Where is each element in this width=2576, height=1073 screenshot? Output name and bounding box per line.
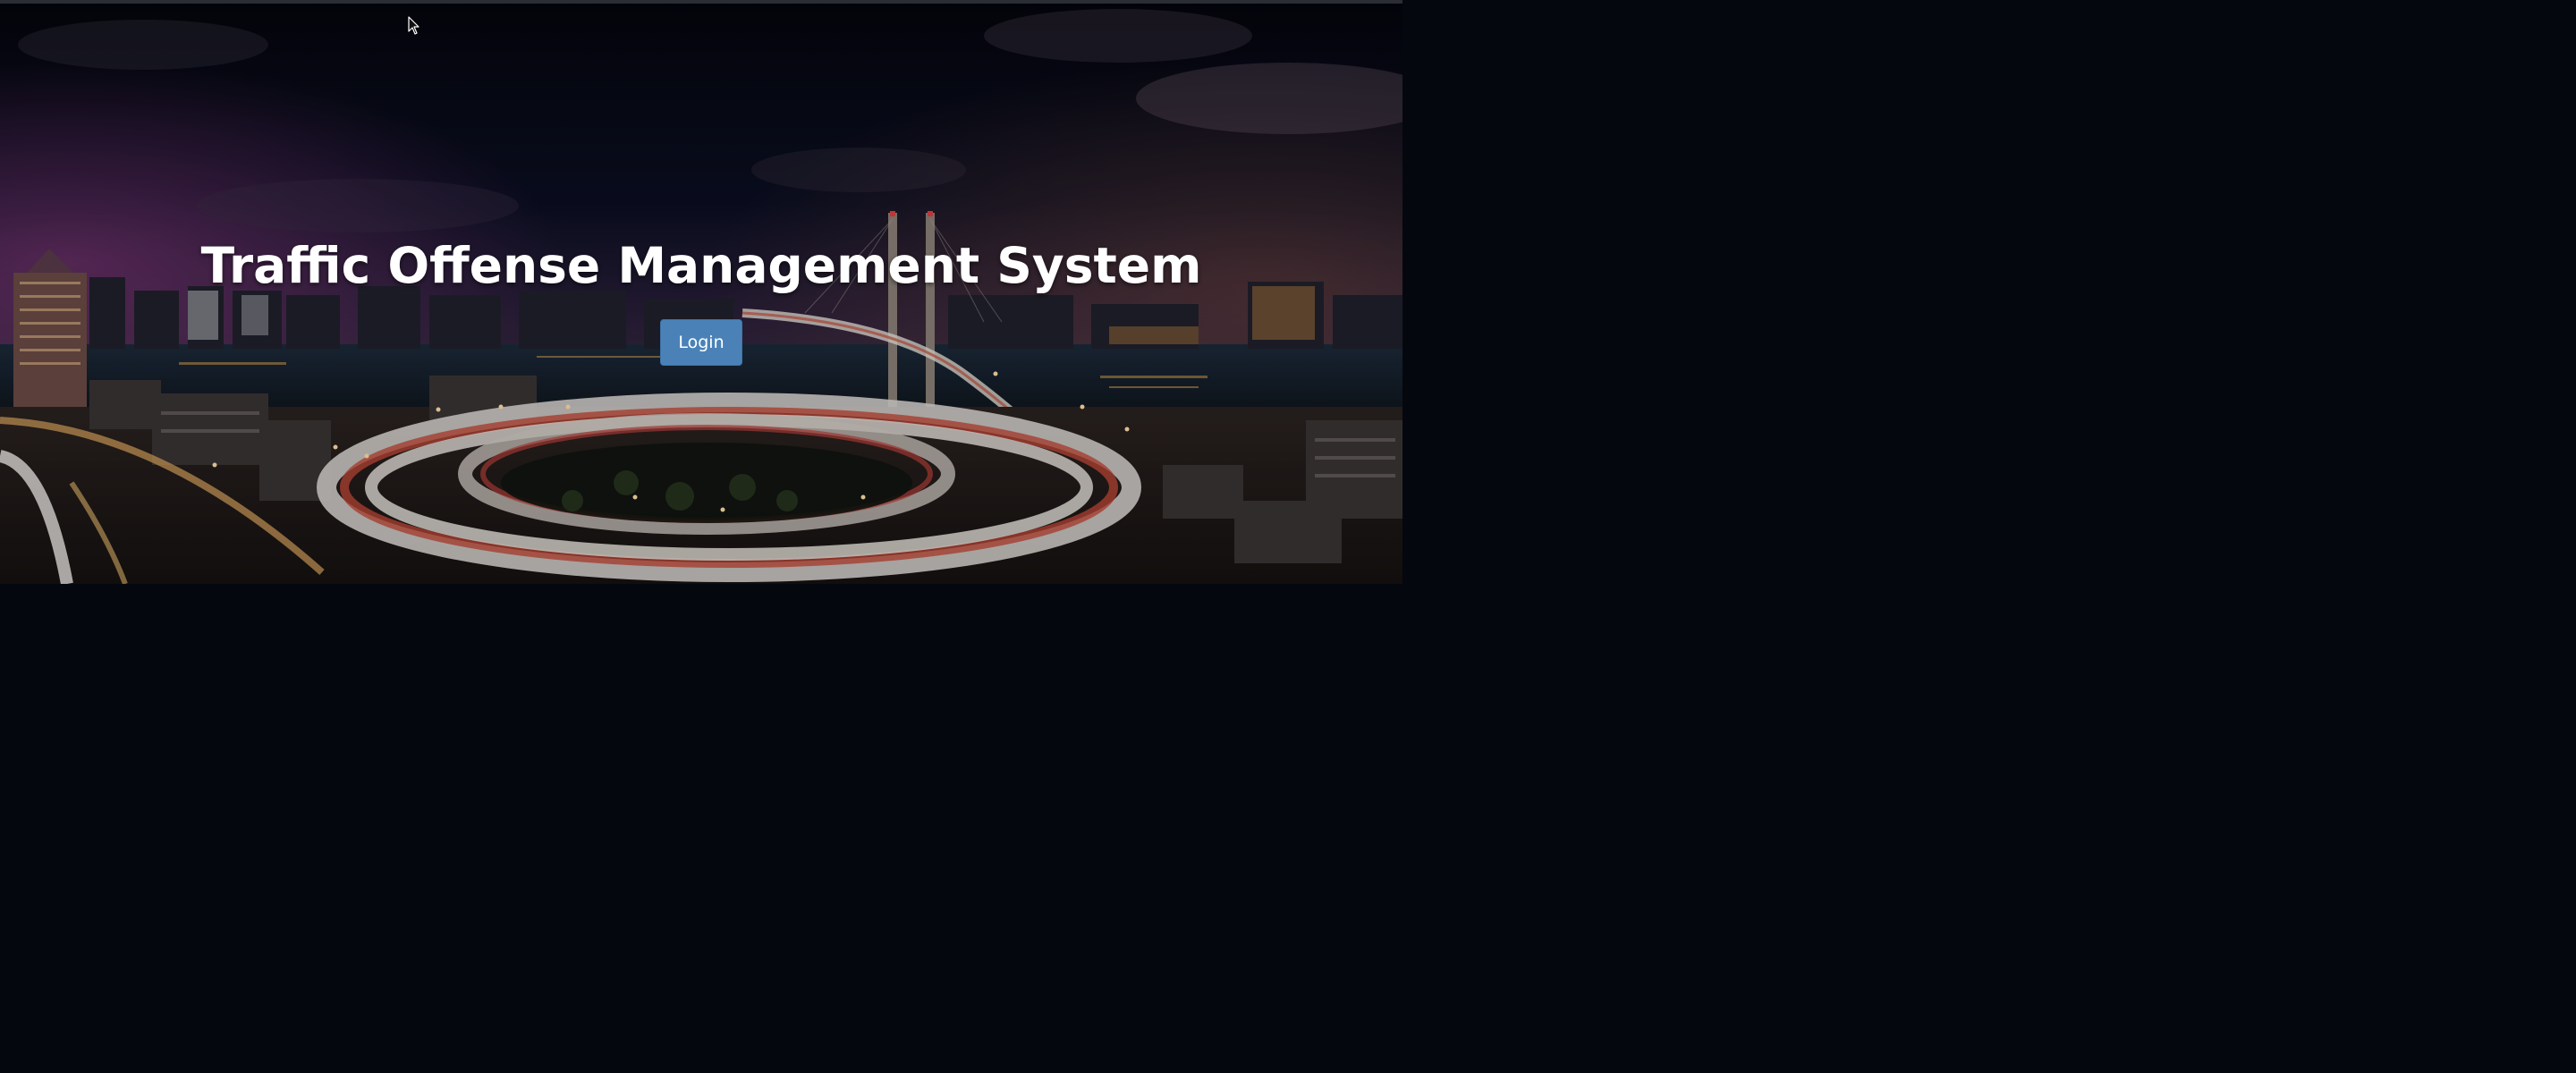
landing-page: Traffic Offense Management System Login (0, 0, 1402, 584)
login-button[interactable]: Login (660, 319, 742, 366)
window-top-border (0, 0, 1402, 4)
mouse-pointer-icon (408, 16, 419, 35)
hero-overlay: Traffic Offense Management System Login (0, 0, 1402, 584)
page-title: Traffic Offense Management System (200, 237, 1202, 294)
